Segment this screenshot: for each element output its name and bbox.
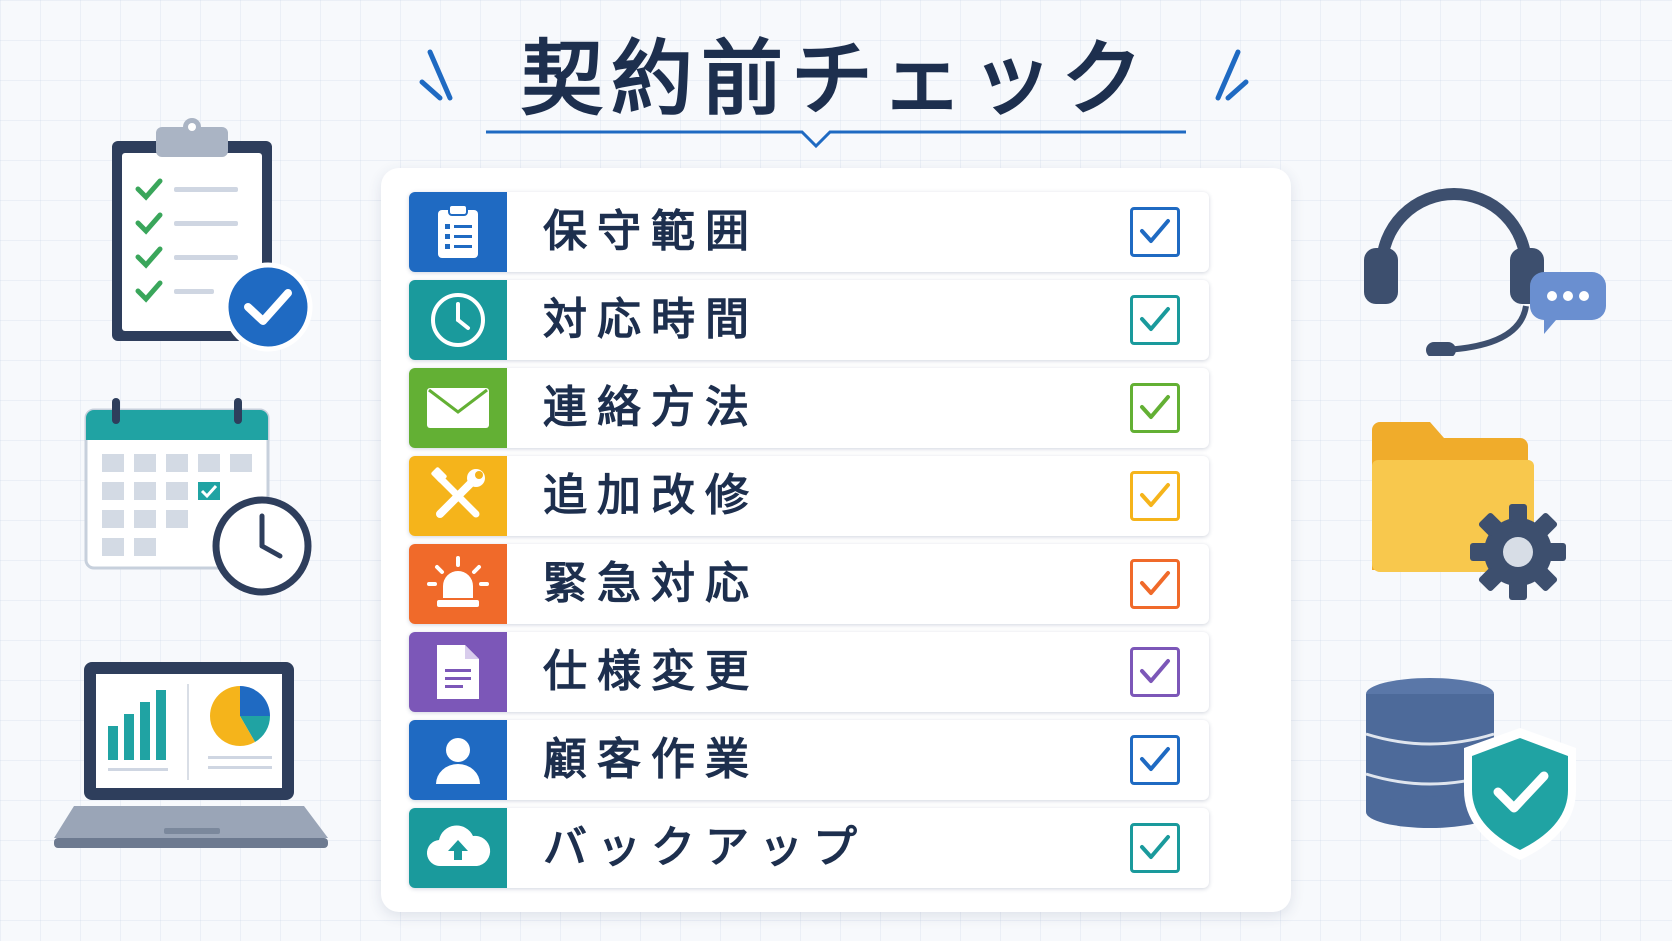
page-title: 契約前チェック [520,32,1151,127]
clipboard-checklist-icon [112,118,313,352]
tools-icon [409,456,507,536]
title-area: 契約前チェック [480,22,1192,152]
calendar-clock-icon [84,398,312,596]
checkbox[interactable] [1130,207,1180,257]
left-spark-icon [419,49,453,101]
checklist-item-label: バックアップ [543,822,867,873]
clock-icon [409,280,507,360]
cloud-upload-icon [409,808,507,888]
checklist-item[interactable]: 対応時間 [409,280,1209,360]
right-spark-icon [1215,49,1249,101]
checklist-item-label: 追加改修 [543,470,759,521]
checklist-card: 保守範囲 対応時間 連絡方法 追加改修 緊急対応 仕様変更 顧客作業 バックアッ… [381,168,1291,912]
checkbox[interactable] [1130,647,1180,697]
checklist-item-label: 対応時間 [543,294,759,345]
checklist-item[interactable]: 顧客作業 [409,720,1209,800]
checkbox[interactable] [1130,559,1180,609]
checklist-item-label: 緊急対応 [543,558,759,609]
checklist-item-label: 仕様変更 [543,646,759,697]
alarm-light-icon [409,544,507,624]
checklist-item[interactable]: 仕様変更 [409,632,1209,712]
clipboard-list-icon [409,192,507,272]
checkbox[interactable] [1130,735,1180,785]
checklist-item[interactable]: 保守範囲 [409,192,1209,272]
checklist-item[interactable]: バックアップ [409,808,1209,888]
folder-gear-icon [1372,422,1566,600]
user-icon [409,720,507,800]
checkbox[interactable] [1130,823,1180,873]
checkbox[interactable] [1130,295,1180,345]
checklist-item-label: 連絡方法 [543,382,759,433]
checklist-item[interactable]: 追加改修 [409,456,1209,536]
checkbox[interactable] [1130,471,1180,521]
checkbox[interactable] [1130,383,1180,433]
laptop-chart-icon [54,662,328,848]
checklist-item-label: 保守範囲 [543,206,759,257]
document-icon [409,632,507,712]
checklist-item[interactable]: 緊急対応 [409,544,1209,624]
headset-chat-icon [1364,188,1606,356]
database-shield-icon [1365,678,1576,860]
envelope-icon [409,368,507,448]
checklist-item[interactable]: 連絡方法 [409,368,1209,448]
checklist-item-label: 顧客作業 [543,734,759,785]
